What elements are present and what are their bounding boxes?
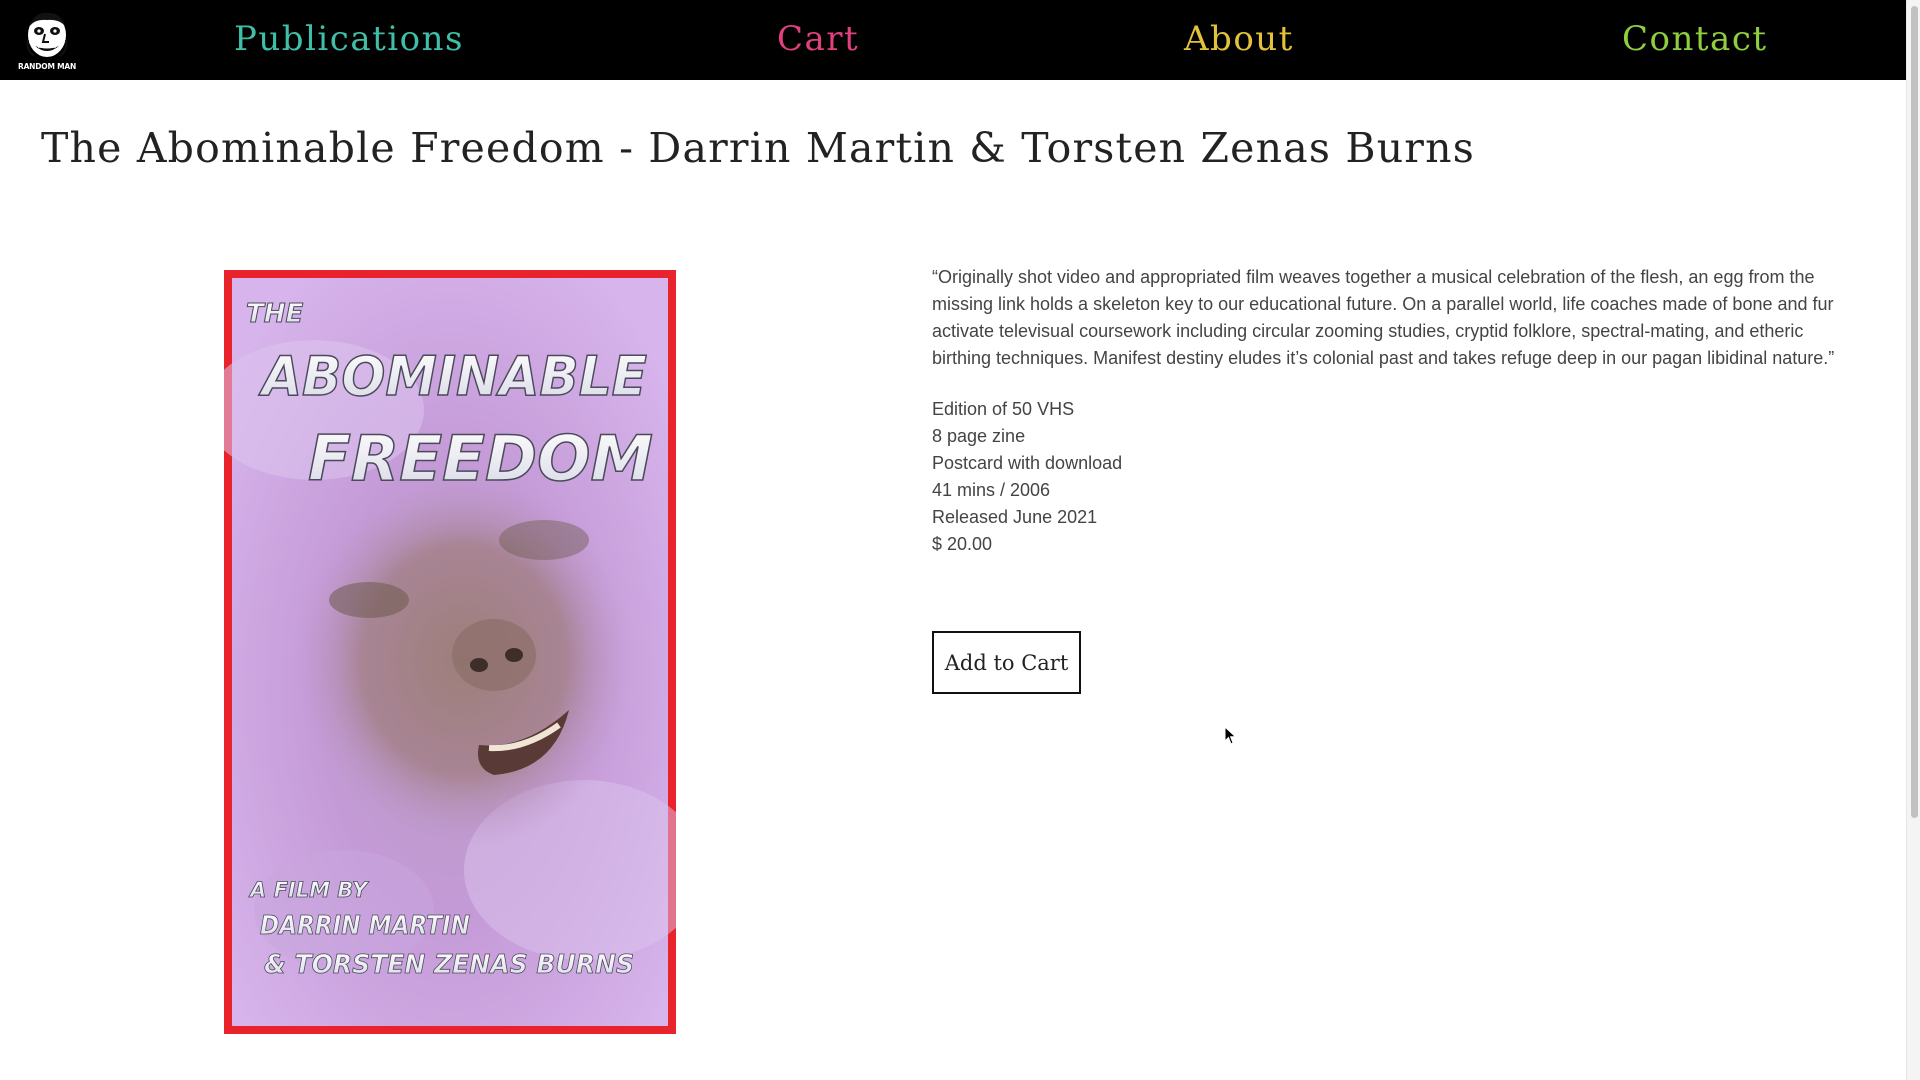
- cover-text-the: THE: [246, 299, 303, 329]
- product-description: “Originally shot video and appropriated …: [932, 267, 1835, 368]
- page-title: The Abominable Freedom - Darrin Martin &…: [41, 124, 1475, 172]
- spec-zine: 8 page zine: [932, 426, 1026, 446]
- random-man-logo[interactable]: RANDOM MAN: [18, 8, 76, 76]
- spec-postcard: Postcard with download: [932, 453, 1123, 473]
- product-cover-image[interactable]: THE ABOMINABLE FREEDOM A FILM BY DARRIN …: [224, 270, 676, 1034]
- spec-runtime: 41 mins / 2006: [932, 480, 1051, 500]
- spec-release-date: Released June 2021: [932, 507, 1098, 527]
- add-to-cart-button[interactable]: Add to Cart: [932, 631, 1081, 694]
- face-logo-icon: [26, 12, 68, 57]
- product-details: “Originally shot video and appropriated …: [932, 264, 1844, 558]
- cover-text-torsten-zenas-burns: & TORSTEN ZENAS BURNS: [264, 950, 634, 980]
- cover-text-freedom: FREEDOM: [308, 422, 653, 495]
- top-nav-bar: RANDOM MAN Publications Cart About Conta…: [0, 0, 1906, 80]
- vertical-scrollbar[interactable]: [1906, 0, 1920, 1080]
- product-specs: Edition of 50 VHS 8 page zine Postcard w…: [932, 396, 1844, 558]
- spec-edition: Edition of 50 VHS: [932, 399, 1075, 419]
- nav-link-cart[interactable]: Cart: [777, 17, 859, 61]
- nav-link-about[interactable]: About: [1184, 17, 1294, 61]
- nav-link-contact[interactable]: Contact: [1622, 17, 1768, 61]
- mouse-pointer-icon: [1224, 726, 1237, 745]
- nav-link-publications[interactable]: Publications: [234, 17, 464, 61]
- spec-price: $ 20.00: [932, 534, 993, 554]
- logo-text: RANDOM MAN: [18, 62, 77, 71]
- cover-text-a-film-by: A FILM BY: [248, 878, 369, 902]
- scrollbar-thumb[interactable]: [1911, 6, 1918, 818]
- cover-text-abominable: ABOMINABLE: [258, 345, 647, 408]
- cover-text-darrin-martin: DARRIN MARTIN: [260, 911, 470, 941]
